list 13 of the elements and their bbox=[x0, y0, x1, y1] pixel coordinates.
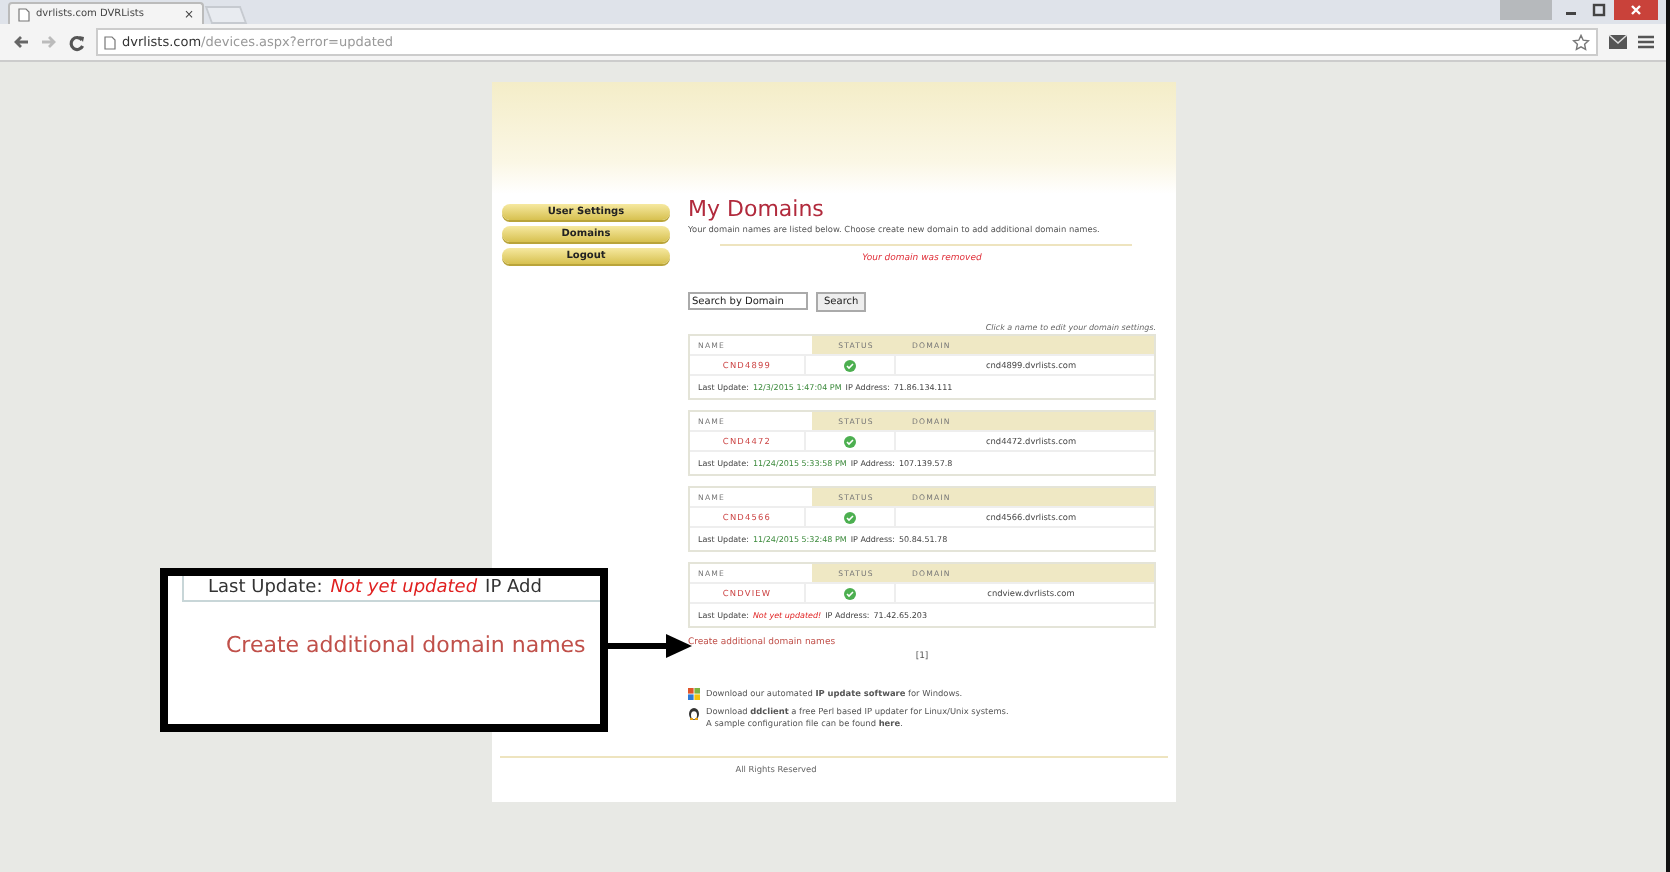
star-icon[interactable] bbox=[1572, 33, 1590, 51]
windows-icon bbox=[688, 688, 700, 700]
page-title: My Domains bbox=[688, 198, 826, 222]
close-icon[interactable] bbox=[1614, 0, 1658, 20]
mail-icon[interactable] bbox=[1608, 34, 1628, 50]
menu-icon[interactable] bbox=[1638, 34, 1654, 50]
update-label: Last Update: bbox=[208, 577, 323, 599]
update-value: Not yet updated bbox=[330, 577, 478, 599]
penguin-icon bbox=[688, 706, 700, 720]
reload-icon[interactable] bbox=[68, 33, 86, 51]
page-icon bbox=[104, 35, 116, 49]
back-icon[interactable] bbox=[12, 34, 30, 50]
ip-label: IP Add bbox=[485, 577, 542, 599]
